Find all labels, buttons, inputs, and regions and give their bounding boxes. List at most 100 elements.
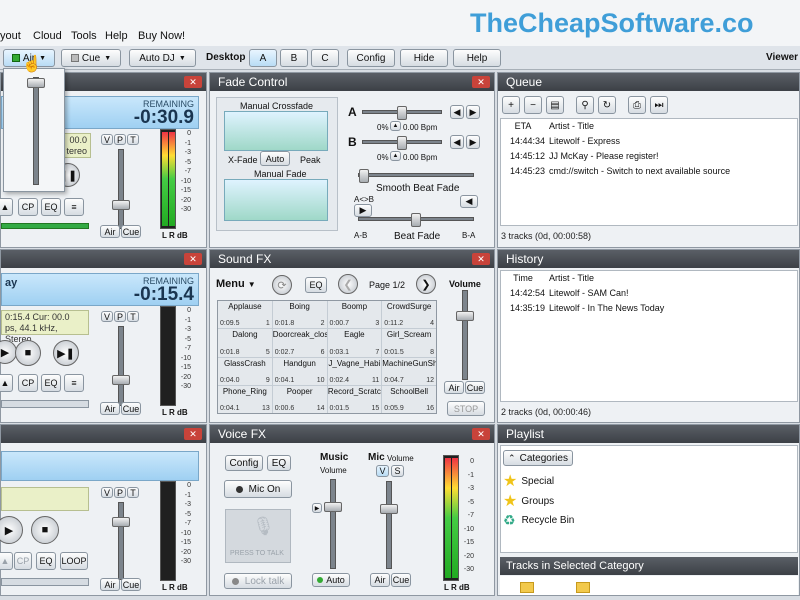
- t-button[interactable]: T: [127, 311, 139, 322]
- slider-knob[interactable]: [359, 169, 369, 183]
- slider-knob[interactable]: [397, 136, 407, 150]
- air-volume-slider[interactable]: [27, 77, 45, 185]
- deck-3-volume-fader[interactable]: [112, 502, 130, 580]
- categories-button[interactable]: ⌃ Categories: [503, 450, 573, 466]
- play-button[interactable]: ▶: [0, 516, 23, 544]
- config-button[interactable]: Config: [347, 49, 395, 67]
- manual-fade-curve[interactable]: [224, 179, 328, 221]
- sound-fx-cell[interactable]: Pooper 0:00.6 14: [272, 385, 327, 413]
- close-icon[interactable]: ✕: [184, 428, 202, 440]
- deck-1-volume-fader[interactable]: [112, 149, 130, 229]
- fader-knob[interactable]: [324, 502, 342, 512]
- p-button[interactable]: P: [114, 311, 126, 322]
- beat-fade-slider[interactable]: [358, 213, 474, 227]
- fader-knob[interactable]: [456, 311, 474, 321]
- v-button[interactable]: V: [101, 134, 113, 145]
- cue-button[interactable]: Cue: [121, 225, 141, 238]
- fader-knob[interactable]: [112, 375, 130, 385]
- tree-item-groups[interactable]: ★ Groups: [503, 491, 554, 511]
- close-icon[interactable]: ✕: [472, 253, 490, 265]
- table-row[interactable]: 14:44:34 Litewolf - Express: [501, 134, 797, 149]
- music-auto-button[interactable]: Auto: [312, 573, 350, 587]
- deck-2-volume-fader[interactable]: [112, 326, 130, 406]
- lock-talk-button[interactable]: Lock talk: [224, 573, 292, 589]
- position-bar[interactable]: [1, 223, 89, 229]
- cue-button[interactable]: Cue: [121, 578, 141, 591]
- queue-print-button[interactable]: ⎙: [628, 96, 646, 114]
- hide-button[interactable]: Hide: [400, 49, 448, 67]
- close-icon[interactable]: ✕: [472, 76, 490, 88]
- sound-fx-cell[interactable]: SchoolBell 0:05.9 16: [382, 385, 436, 413]
- menu-tools[interactable]: Tools: [71, 30, 97, 42]
- cp-button[interactable]: CP: [14, 552, 32, 570]
- auto-fade-button[interactable]: Auto: [260, 151, 290, 166]
- menu-layout[interactable]: yout: [0, 30, 21, 42]
- t-button[interactable]: T: [127, 487, 139, 498]
- sound-fx-cell[interactable]: Record_Scratc 0:01.5 15: [327, 385, 382, 413]
- mic-on-button[interactable]: Mic On: [224, 480, 292, 498]
- page-prev-button[interactable]: ❮: [338, 274, 358, 294]
- desktop-a-button[interactable]: A: [249, 49, 277, 67]
- slider-knob[interactable]: [27, 78, 45, 88]
- mic-volume-fader[interactable]: [380, 481, 398, 569]
- sound-fx-cell[interactable]: MachineGunShe 0:04.7 12: [382, 357, 436, 385]
- sound-fx-cell[interactable]: Dalong 0:01.8 5: [218, 329, 272, 357]
- sound-fx-cell[interactable]: CrowdSurge 0:11.2 4: [382, 301, 436, 329]
- queue-search-button[interactable]: ⚲: [576, 96, 594, 114]
- folder-icon[interactable]: [576, 582, 590, 593]
- desktop-b-button[interactable]: B: [280, 49, 308, 67]
- menu-button[interactable]: ≡: [64, 374, 84, 392]
- sfx-stop-button[interactable]: STOP: [447, 401, 485, 416]
- loop-button[interactable]: LOOP: [60, 552, 88, 570]
- desktop-c-button[interactable]: C: [311, 49, 339, 67]
- sound-fx-cell[interactable]: Applause 0:09.5 1: [218, 301, 272, 329]
- sfx-eq-button[interactable]: EQ: [305, 277, 327, 293]
- sound-fx-cell[interactable]: J_Vagne_Habi 0:02.4 11: [327, 357, 382, 385]
- table-row[interactable]: 14:35:19 Litewolf - In The News Today: [501, 301, 797, 316]
- music-step-button[interactable]: ▶: [312, 503, 322, 513]
- refresh-button[interactable]: ⟳: [272, 275, 292, 295]
- sound-fx-cell[interactable]: GlassCrash 0:04.0 9: [218, 357, 272, 385]
- eq-button[interactable]: EQ: [36, 552, 56, 570]
- queue-add-button[interactable]: +: [502, 96, 520, 114]
- queue-play-next-button[interactable]: ⏭: [650, 96, 668, 114]
- nudge-a-forward-button[interactable]: ▶: [466, 105, 480, 119]
- pitch-b-slider[interactable]: [362, 136, 442, 150]
- air-button[interactable]: Air: [100, 578, 120, 591]
- p-button[interactable]: P: [114, 134, 126, 145]
- pitch-b-up-button[interactable]: ▲: [390, 151, 401, 161]
- table-row[interactable]: 14:42:54 Litewolf - SAM Can!: [501, 286, 797, 301]
- pitch-a-up-button[interactable]: ▲: [390, 121, 401, 131]
- cp-button[interactable]: CP: [18, 374, 38, 392]
- air-volume-dropdown[interactable]: [3, 68, 65, 192]
- p-button[interactable]: P: [114, 487, 126, 498]
- mic-cue-button[interactable]: Cue: [391, 573, 411, 587]
- sfx-air-button[interactable]: Air: [444, 381, 464, 394]
- sound-fx-cell[interactable]: Boomp 0:00.7 3: [327, 301, 382, 329]
- eq-button[interactable]: EQ: [41, 374, 61, 392]
- fader-knob[interactable]: [112, 517, 130, 527]
- smooth-fade-slider[interactable]: [358, 169, 474, 183]
- tree-item-recycle-bin[interactable]: ♻ Recycle Bin: [503, 512, 574, 529]
- queue-refresh-button[interactable]: ↻: [598, 96, 616, 114]
- crossfade-curve[interactable]: [224, 111, 328, 151]
- page-next-button[interactable]: ❯: [416, 274, 436, 294]
- sound-fx-cell[interactable]: Handgun 0:04.1 10: [272, 357, 327, 385]
- music-volume-fader[interactable]: [324, 479, 342, 569]
- sound-fx-cell[interactable]: Phone_Ring 0:04.1 13: [218, 385, 272, 413]
- stop-button[interactable]: ■: [15, 340, 41, 366]
- position-bar[interactable]: [1, 578, 89, 586]
- queue-remove-button[interactable]: −: [524, 96, 542, 114]
- v-button[interactable]: V: [101, 487, 113, 498]
- slider-knob[interactable]: [411, 213, 421, 227]
- sfx-volume-fader[interactable]: [456, 290, 474, 380]
- menu-help[interactable]: Help: [105, 30, 128, 42]
- mic-v-button[interactable]: V: [376, 465, 389, 477]
- sound-fx-cell[interactable]: Boing 0:01.8 2: [272, 301, 327, 329]
- close-icon[interactable]: ✕: [184, 76, 202, 88]
- close-icon[interactable]: ✕: [472, 428, 490, 440]
- mic-s-button[interactable]: S: [391, 465, 404, 477]
- press-to-talk-button[interactable]: 🎙 PRESS TO TALK: [225, 509, 291, 563]
- eject-button[interactable]: ▲: [0, 552, 13, 570]
- nudge-a-back-button[interactable]: ◀: [450, 105, 464, 119]
